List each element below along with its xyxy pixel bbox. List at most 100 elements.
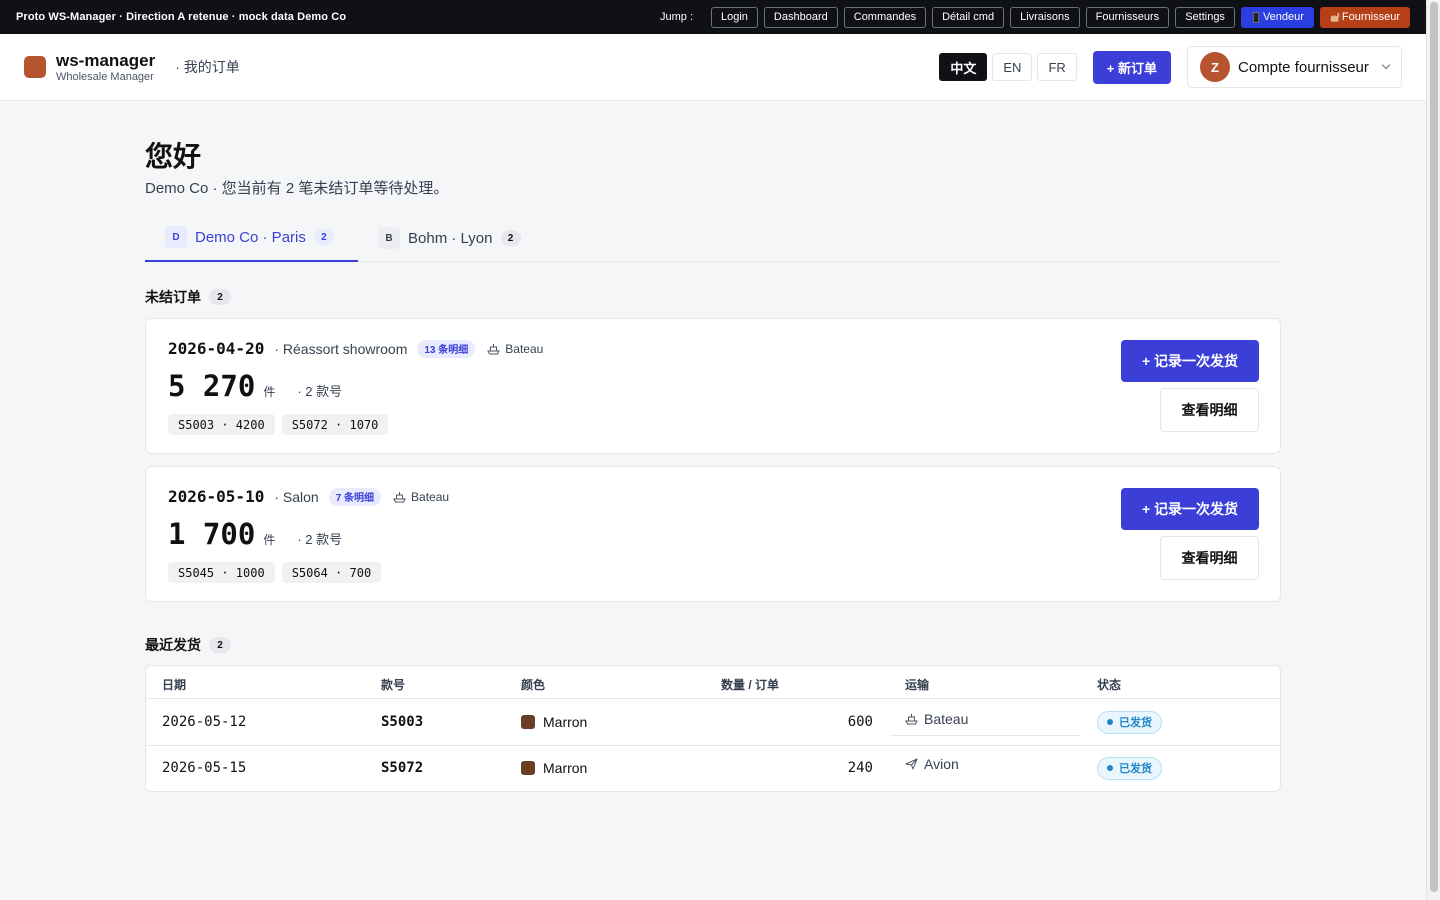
avatar: Z <box>1200 52 1230 82</box>
tab-initial-badge: D <box>165 226 187 248</box>
color-swatch <box>521 761 535 775</box>
order-transport: Bateau <box>487 342 543 356</box>
tab-label: Demo Co · Paris <box>195 228 306 246</box>
shipments-table: 日期 款号 颜色 数量 / 订单 运输 状态 2026-05-12 S5003 … <box>145 665 1281 792</box>
chevron-down-icon <box>1381 60 1391 70</box>
recent-shipments-count: 2 <box>209 637 231 653</box>
order-style-chips: S5045 · 1000 S5064 · 700 <box>168 562 388 583</box>
jump-detail-cmd-link[interactable]: Détail cmd <box>932 6 1005 28</box>
jump-livraisons-link[interactable]: Livraisons <box>1010 6 1080 28</box>
order-style-chips: S5003 · 4200 S5072 · 1070 <box>168 414 395 435</box>
record-shipment-button[interactable]: + 记录一次发货 <box>1121 340 1259 382</box>
customer-tabs: D Demo Co · Paris 2 B Bohm · Lyon 2 <box>145 214 1281 262</box>
row-status: 已发货 <box>1097 745 1162 791</box>
order-card: 2026-04-20 · Réassort showroom 13 条明细 Ba… <box>145 318 1281 454</box>
ship-icon <box>393 491 406 502</box>
order-lines-badge: 7 条明细 <box>328 487 382 506</box>
order-qty-value: 1 700 <box>168 517 256 551</box>
account-menu[interactable]: Z Compte fournisseur <box>1187 46 1402 88</box>
status-badge: 已发货 <box>1097 710 1162 734</box>
tab-demo-co-paris[interactable]: D Demo Co · Paris 2 <box>145 214 358 262</box>
proto-bar: Proto WS-Manager · Direction A retenue ·… <box>0 0 1426 34</box>
jump-vendeur-button[interactable]: Vendeur <box>1240 6 1314 28</box>
scrollbar-thumb[interactable] <box>1430 2 1438 892</box>
order-date: 2026-04-20 <box>168 339 265 358</box>
style-chip: S5003 · 4200 <box>168 414 275 435</box>
order-transport-label: Bateau <box>505 341 544 356</box>
tab-initial-badge: B <box>378 227 400 249</box>
row-style: S5072 <box>381 760 424 776</box>
factory-icon <box>1330 12 1340 22</box>
record-shipment-button[interactable]: + 记录一次发货 <box>1121 488 1259 530</box>
tab-count-badge: 2 <box>500 230 521 246</box>
color-swatch <box>521 715 535 729</box>
row-transport-label: Bateau <box>924 711 969 727</box>
new-order-button[interactable]: + 新订单 <box>1092 50 1171 84</box>
row-color: Marron <box>521 699 587 745</box>
lang-zh-button[interactable]: 中文 <box>939 53 988 81</box>
phone-icon <box>1252 11 1260 23</box>
tab-label: Bohm · Lyon <box>408 229 493 247</box>
style-chip: S5045 · 1000 <box>168 562 275 583</box>
view-details-button[interactable]: 查看明细 <box>1160 388 1259 432</box>
order-transport: Bateau <box>393 490 449 504</box>
order-styles-count: · 2 款号 <box>297 532 343 547</box>
order-card: 2026-05-10 · Salon 7 条明细 Bateau 1 700 件 … <box>145 466 1281 602</box>
ship-icon <box>905 714 918 725</box>
order-label: · Réassort showroom <box>274 340 408 357</box>
jump-settings-link[interactable]: Settings <box>1175 6 1235 28</box>
column-header-date: 日期 <box>162 678 187 692</box>
lang-fr-button[interactable]: FR <box>1037 53 1077 81</box>
column-header-status: 状态 <box>1097 678 1122 692</box>
jump-dashboard-link[interactable]: Dashboard <box>763 6 838 28</box>
jump-fournisseurs-link[interactable]: Fournisseurs <box>1085 6 1170 28</box>
status-dot-icon <box>1107 719 1113 725</box>
column-header-quantity: 数量 / 订单 <box>721 678 780 692</box>
jump-commandes-link[interactable]: Commandes <box>843 6 927 28</box>
breadcrumb: · 我的订单 <box>175 59 240 75</box>
status-label: 已发货 <box>1119 717 1152 729</box>
jump-vendeur-label: Vendeur <box>1262 11 1304 23</box>
status-badge: 已发货 <box>1097 756 1162 780</box>
page-scrollbar[interactable] <box>1426 0 1440 900</box>
tab-count-badge: 2 <box>313 229 334 245</box>
column-header-style: 款号 <box>381 678 406 692</box>
view-details-button[interactable]: 查看明细 <box>1160 536 1259 580</box>
order-date: 2026-05-10 <box>168 487 265 506</box>
row-color-label: Marron <box>543 760 588 776</box>
style-chip: S5072 · 1070 <box>281 414 389 435</box>
jump-label: Jump : <box>659 11 693 23</box>
column-header-transport: 运输 <box>905 678 930 692</box>
column-header-color: 颜色 <box>521 678 546 692</box>
table-row[interactable]: 2026-05-12 S5003 Marron 600 Bateau 已发货 <box>146 699 1280 745</box>
row-transport-label: Avion <box>924 756 959 772</box>
jump-login-link[interactable]: Login <box>711 6 758 28</box>
account-name: Compte fournisseur <box>1238 58 1369 76</box>
app-header: ws-manager Wholesale Manager · 我的订单 中文 E… <box>0 34 1426 101</box>
plane-icon <box>905 758 918 770</box>
page-subtitle: Demo Co · 您当前有 2 笔未结订单等待处理。 <box>145 180 449 197</box>
order-transport-label: Bateau <box>411 489 450 504</box>
tab-bohm-lyon[interactable]: B Bohm · Lyon 2 <box>378 214 521 262</box>
table-row[interactable]: 2026-05-15 S5072 Marron 240 Avion 已发货 <box>146 745 1280 791</box>
brand-subtitle: Wholesale Manager <box>56 70 154 83</box>
jump-fournisseur-button[interactable]: Fournisseur <box>1319 6 1410 28</box>
page-title: 您好 <box>145 141 202 172</box>
open-orders-count: 2 <box>209 289 231 305</box>
row-quantity: 600 <box>847 714 873 730</box>
row-style: S5003 <box>381 714 424 730</box>
recent-shipments-title: 最近发货 <box>145 637 201 653</box>
brand-name: ws-manager <box>56 50 156 70</box>
transport-cell-divider <box>890 735 1080 736</box>
order-quantity: 5 270 件 · 2 款号 <box>168 369 342 403</box>
lang-en-button[interactable]: EN <box>992 53 1033 81</box>
order-meta: 2026-05-10 · Salon 7 条明细 Bateau <box>168 487 449 506</box>
row-color-label: Marron <box>543 714 588 730</box>
proto-title: Proto WS-Manager · Direction A retenue ·… <box>16 11 347 23</box>
open-orders-title: 未结订单 <box>145 289 201 305</box>
brand-logo <box>24 56 46 78</box>
header-actions: 中文 EN FR + 新订单 Z Compte fournisseur <box>934 46 1402 88</box>
order-meta: 2026-04-20 · Réassort showroom 13 条明细 Ba… <box>168 339 543 358</box>
open-orders-heading: 未结订单 2 <box>145 287 231 307</box>
row-status: 已发货 <box>1097 699 1162 745</box>
